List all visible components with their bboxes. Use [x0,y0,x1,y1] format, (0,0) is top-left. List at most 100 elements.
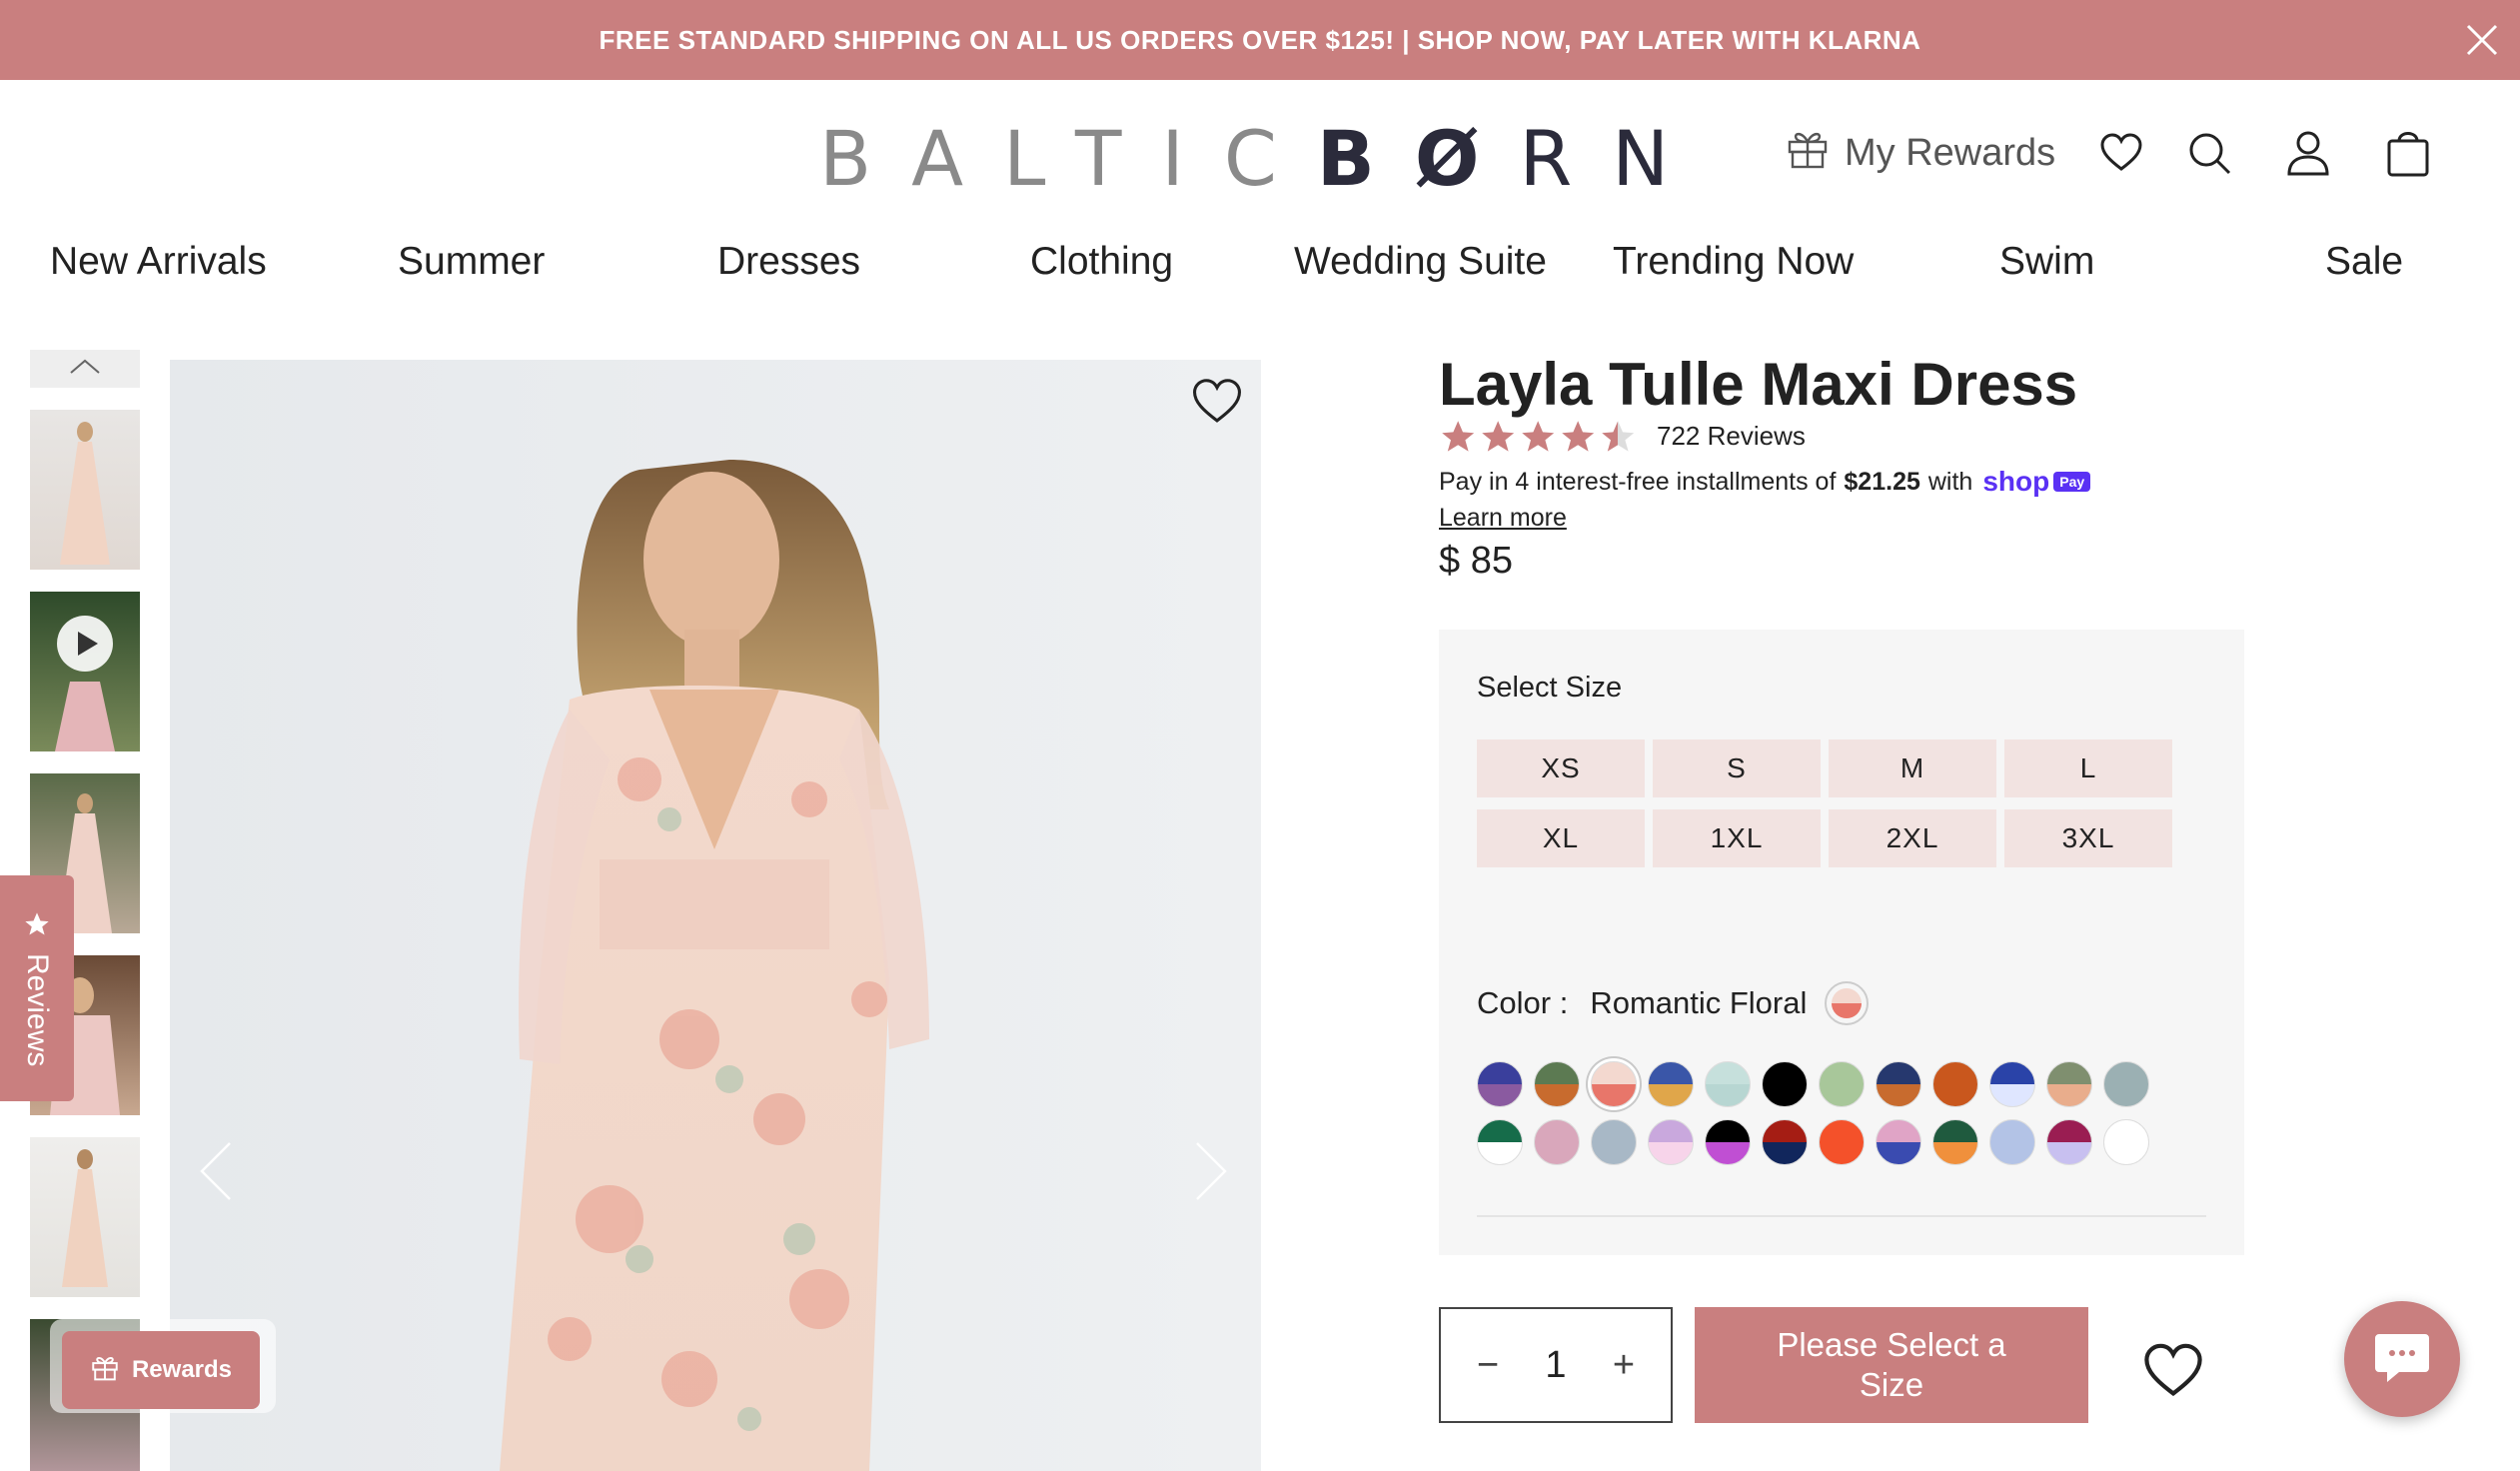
color-swatch-grid [1477,1061,2151,1167]
nav-summer[interactable]: Summer [398,240,545,284]
reviews-side-tab[interactable]: Reviews [0,875,74,1101]
search-icon[interactable] [2187,131,2231,175]
qty-value[interactable]: 1 [1545,1344,1566,1387]
installments-amount: $21.25 [1844,467,1920,496]
model-illustration [170,360,1261,1471]
size-option-m[interactable]: M [1829,739,1996,797]
logo-text-dark-3: R [1519,113,1613,203]
color-swatch[interactable] [2103,1061,2149,1107]
quantity-stepper: − 1 + [1439,1307,1673,1423]
rating-star [1602,421,1635,452]
color-swatch[interactable] [2103,1119,2149,1165]
logo-text-light: BALTIC [819,113,1317,203]
size-option-xl[interactable]: XL [1477,809,1645,867]
chat-bubble-icon [2373,1330,2431,1389]
product-rating[interactable]: 722 Reviews [1439,418,1806,454]
color-swatch[interactable] [1705,1061,1751,1107]
size-option-s[interactable]: S [1653,739,1821,797]
color-swatch[interactable] [1648,1119,1694,1165]
installments-text: Pay in 4 interest-free installments of [1439,467,1837,496]
color-swatch[interactable] [1762,1061,1808,1107]
product-title: Layla Tulle Maxi Dress [1439,351,2078,418]
add-to-cart-button[interactable]: Please Select a Size [1695,1307,2088,1423]
size-option-1xl[interactable]: 1XL [1653,809,1821,867]
image-wishlist-icon[interactable] [1191,378,1243,431]
color-value: Romantic Floral [1590,985,1808,1020]
logo-text-dark-2: Ø [1414,113,1520,203]
chat-launcher-button[interactable] [2344,1301,2460,1417]
color-swatch[interactable] [2046,1061,2092,1107]
product-options-panel: Select Size XS S M L XL 1XL 2XL 3XL Colo… [1439,630,2244,1255]
image-prev-arrow[interactable] [198,1139,234,1208]
announcement-text: FREE STANDARD SHIPPING ON ALL US ORDERS … [599,24,1921,55]
thumbnail-up-button[interactable] [30,350,140,388]
my-rewards-link[interactable]: My Rewards [1785,125,2055,181]
color-swatch[interactable] [1932,1119,1978,1165]
chevron-up-icon [68,358,102,381]
color-swatch[interactable] [1477,1119,1523,1165]
learn-more-link[interactable]: Learn more [1439,504,1567,533]
nav-new-arrivals[interactable]: New Arrivals [50,240,267,284]
size-grid: XS S M L XL 1XL 2XL 3XL [1477,739,2172,867]
reviews-count[interactable]: 722 Reviews [1657,421,1806,452]
color-swatch[interactable] [1876,1061,1921,1107]
rating-star [1562,421,1595,452]
close-icon[interactable] [2462,20,2502,60]
size-option-2xl[interactable]: 2XL [1829,809,1996,867]
rating-star [1442,421,1475,452]
installments-info: Pay in 4 interest-free installments of $… [1439,466,2091,498]
select-size-label: Select Size [1477,672,1623,704]
announcement-bar: FREE STANDARD SHIPPING ON ALL US ORDERS … [0,0,2520,80]
color-swatch[interactable] [1591,1119,1637,1165]
color-swatch[interactable] [1534,1061,1580,1107]
reviews-tab-label: Reviews [21,952,54,1067]
color-swatch[interactable] [1534,1119,1580,1165]
qty-decrease-button[interactable]: − [1473,1344,1503,1387]
size-option-l[interactable]: L [2004,739,2172,797]
nav-clothing[interactable]: Clothing [1030,240,1173,284]
add-to-wishlist-icon[interactable] [2142,1343,2204,1404]
shop-pay-logo: shop [1982,466,2050,497]
installments-with: with [1927,467,1973,496]
nav-wedding-suite[interactable]: Wedding Suite [1294,240,1547,284]
nav-trending-now[interactable]: Trending Now [1613,240,1854,284]
rewards-launcher: Rewards [50,1319,276,1413]
qty-increase-button[interactable]: + [1609,1344,1639,1387]
color-swatch[interactable] [1648,1061,1694,1107]
panel-divider [1477,1215,2206,1217]
color-swatch[interactable] [1932,1061,1978,1107]
shop-pay-badge: Pay [2053,472,2091,492]
nav-sale[interactable]: Sale [2325,240,2403,284]
color-swatch[interactable] [1591,1061,1637,1107]
logo-text-dark-1: B [1316,113,1415,203]
color-label-row: Color : Romantic Floral [1477,981,1870,1025]
wishlist-icon[interactable] [2099,133,2143,173]
color-swatch[interactable] [1819,1061,1865,1107]
color-swatch[interactable] [1762,1119,1808,1165]
thumbnail-video[interactable] [30,592,140,751]
size-option-3xl[interactable]: 3XL [2004,809,2172,867]
star-icon [23,910,51,943]
rewards-button[interactable]: Rewards [62,1331,260,1409]
my-rewards-label: My Rewards [1845,131,2056,174]
color-swatch[interactable] [1876,1119,1921,1165]
color-swatch[interactable] [1989,1119,2035,1165]
rating-star [1482,421,1515,452]
rating-stars [1442,421,1635,452]
color-swatch[interactable] [2046,1119,2092,1165]
color-swatch[interactable] [1989,1061,2035,1107]
color-swatch[interactable] [1477,1061,1523,1107]
site-logo[interactable]: BALTIC B Ø R N [819,114,1709,203]
thumbnail-5[interactable] [30,1137,140,1297]
color-swatch[interactable] [1705,1119,1751,1165]
nav-dresses[interactable]: Dresses [717,240,860,284]
nav-swim[interactable]: Swim [1999,240,2094,284]
thumbnail-1[interactable] [30,410,140,570]
image-next-arrow[interactable] [1193,1139,1229,1208]
color-swatch[interactable] [1819,1119,1865,1165]
account-icon[interactable] [2287,130,2329,176]
bag-icon[interactable] [2387,129,2429,177]
main-nav: New Arrivals Summer Dresses Clothing Wed… [0,240,2520,312]
size-option-xs[interactable]: XS [1477,739,1645,797]
rewards-button-label: Rewards [131,1356,233,1383]
